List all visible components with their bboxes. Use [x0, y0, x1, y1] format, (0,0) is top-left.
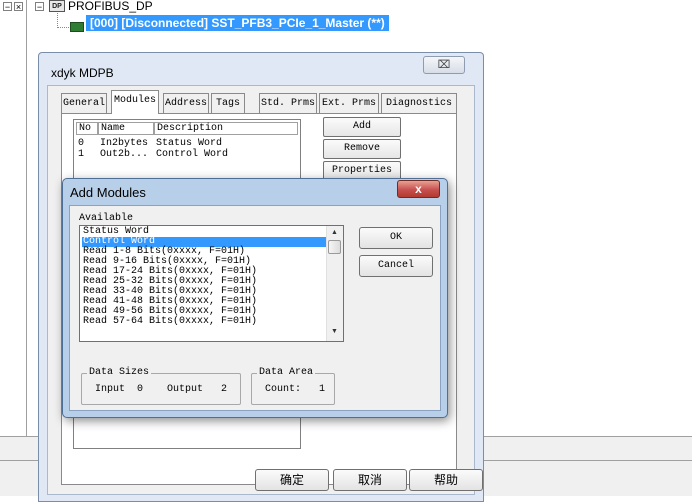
module-row-description[interactable]: Control Word — [156, 149, 228, 160]
tree-root-label[interactable]: PROFIBUS_DP — [68, 0, 153, 13]
column-header-no[interactable]: No — [76, 122, 98, 135]
tab-address[interactable]: Address — [163, 93, 209, 113]
count-value: 1 — [319, 384, 326, 395]
tab-diagnostics[interactable]: Diagnostics — [381, 93, 457, 113]
dialog-title: Add Modules — [70, 185, 146, 200]
tab-std-prms[interactable]: Std. Prms — [259, 93, 317, 113]
module-row-name[interactable]: Out2b... — [100, 149, 148, 160]
tree-connector — [57, 27, 69, 28]
module-row-description[interactable]: Status Word — [156, 138, 222, 149]
column-header-name[interactable]: Name — [98, 122, 154, 135]
module-row-no: 1 — [78, 149, 85, 160]
tab-tags[interactable]: Tags — [211, 93, 245, 113]
module-row-no: 0 — [78, 138, 85, 149]
available-modules-list[interactable]: Status Word Control Word Read 1-8 Bits(0… — [79, 225, 344, 342]
ok-button[interactable]: OK — [359, 227, 433, 249]
cancel-button[interactable]: 取消 — [333, 469, 407, 491]
left-pane — [0, 0, 27, 436]
list-item[interactable]: Read 57-64 Bits(0xxxx, F=01H) — [82, 317, 257, 327]
master-device-item[interactable]: [000] [Disconnected] SST_PFB3_PCIe_1_Mas… — [86, 15, 389, 31]
count-label: Count: — [265, 384, 302, 395]
collapse-icon[interactable]: − — [3, 2, 12, 12]
tree-connector — [57, 13, 58, 28]
data-sizes-title: Data Sizes — [87, 367, 152, 378]
input-size-value: 0 — [137, 384, 144, 395]
tab-general[interactable]: General — [61, 93, 107, 113]
available-label: Available — [79, 213, 134, 224]
close-icon[interactable]: × — [14, 2, 23, 12]
add-modules-dialog: Add Modules x Available Status Word Cont… — [62, 178, 448, 418]
scroll-up-icon[interactable]: ▲ — [327, 226, 342, 240]
tree-expand-toggle[interactable]: − — [35, 2, 44, 12]
scroll-thumb[interactable] — [328, 240, 341, 254]
profibus-dp-icon: DP — [49, 0, 65, 12]
scroll-down-icon[interactable]: ▼ — [327, 325, 342, 339]
column-header-description[interactable]: Description — [154, 122, 298, 135]
remove-button[interactable]: Remove — [323, 139, 401, 159]
help-button[interactable]: 帮助 — [409, 469, 483, 491]
add-button[interactable]: Add — [323, 117, 401, 137]
close-button[interactable]: x — [397, 180, 440, 198]
cancel-button[interactable]: Cancel — [359, 255, 433, 277]
output-size-label: Output — [167, 384, 204, 395]
module-row-name[interactable]: In2bytes — [100, 138, 148, 149]
tab-modules[interactable]: Modules — [111, 90, 159, 114]
tab-ext-prms[interactable]: Ext. Prms — [319, 93, 379, 113]
vertical-scrollbar[interactable]: ▲ ▼ — [326, 226, 343, 341]
ok-button[interactable]: 确定 — [255, 469, 329, 491]
dialog-title: xdyk MDPB — [51, 66, 114, 80]
output-size-value: 2 — [221, 384, 228, 395]
close-button[interactable]: ⌧ — [423, 56, 465, 74]
master-device-icon — [70, 22, 84, 32]
input-size-label: Input — [95, 384, 126, 395]
data-area-title: Data Area — [257, 367, 316, 378]
